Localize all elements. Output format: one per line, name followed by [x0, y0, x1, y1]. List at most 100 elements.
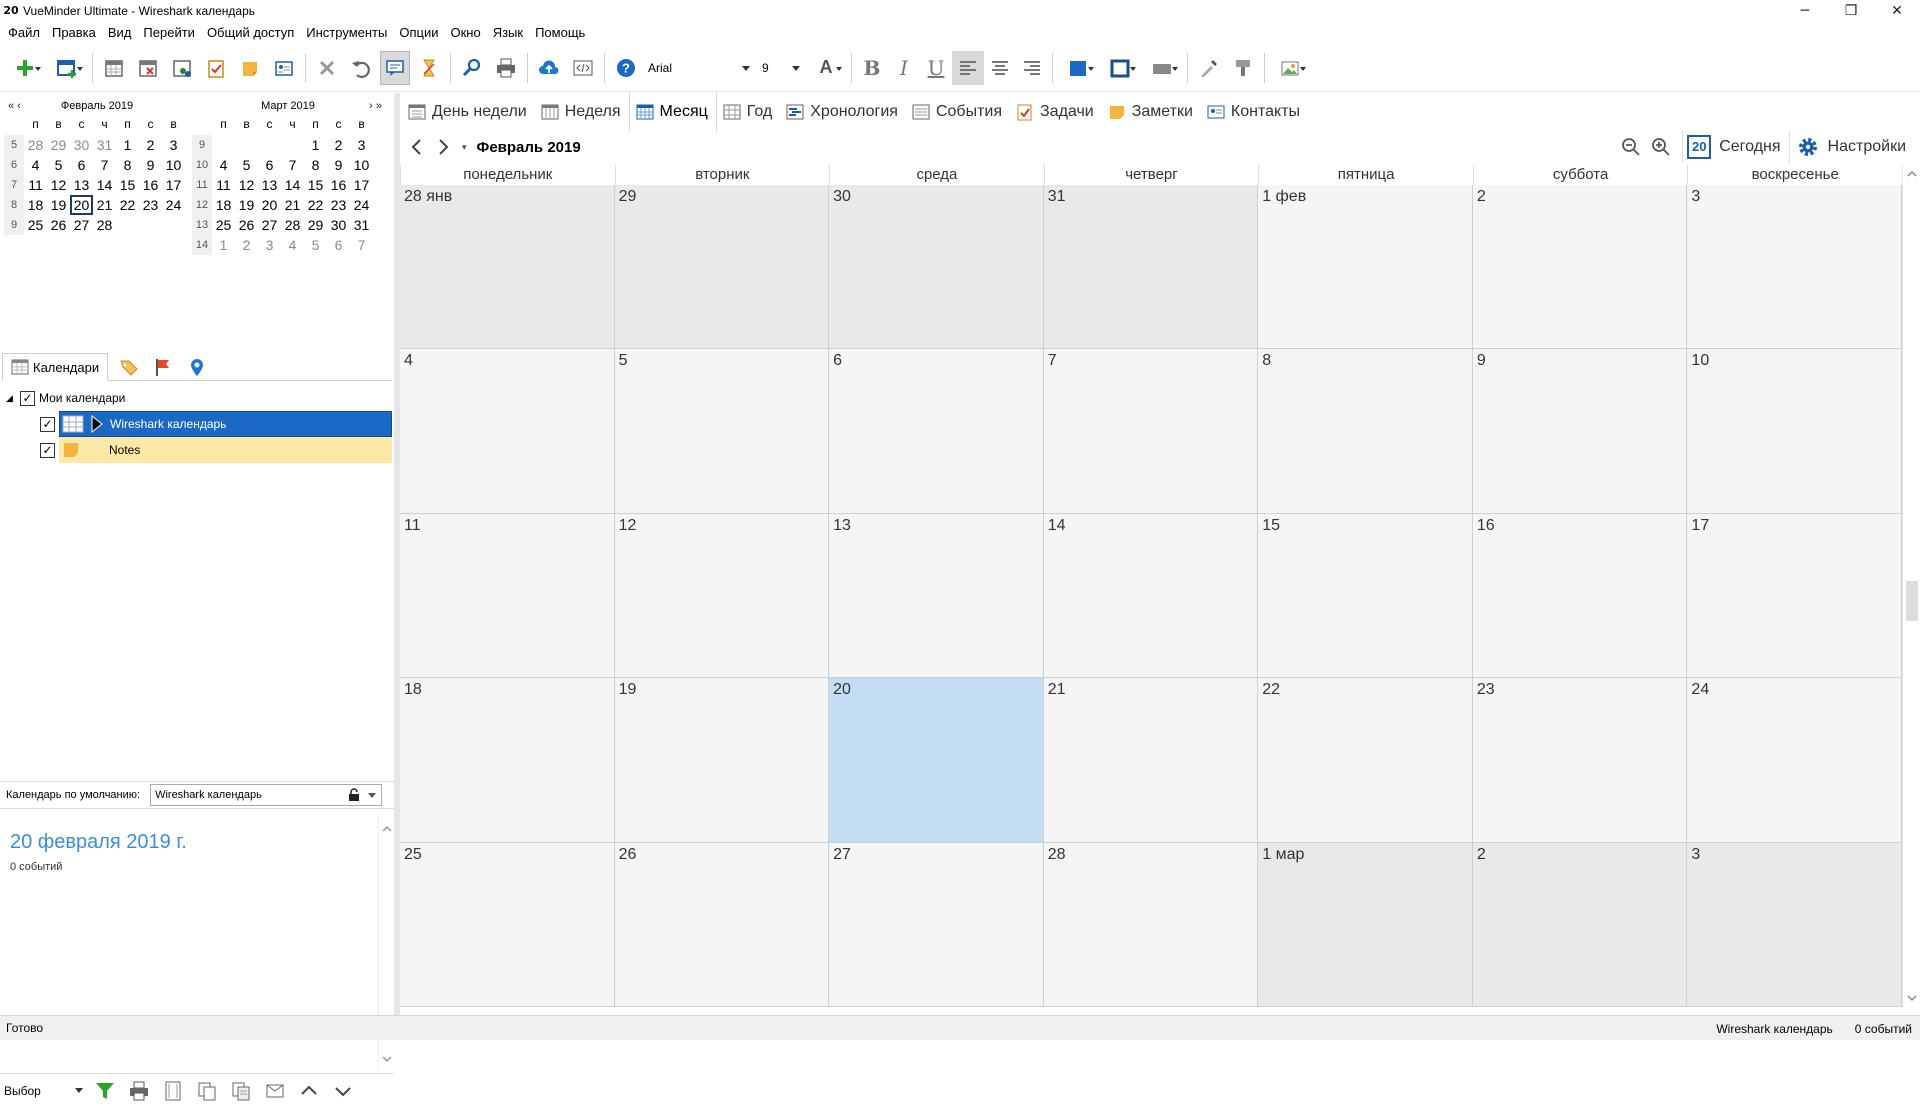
month-cell[interactable]: 1 мар [1258, 842, 1473, 1007]
mini-calendar-day[interactable]: 31 [350, 215, 373, 235]
month-cell[interactable]: 4 [400, 349, 615, 514]
new-event-button[interactable] [48, 51, 86, 85]
settings-button[interactable]: Настройки [1788, 131, 1920, 163]
mini-calendar-week-number[interactable]: 11 [192, 175, 212, 195]
tab-timeline[interactable]: Хронология [780, 93, 906, 131]
mini-calendar-day[interactable]: 28 [24, 135, 47, 155]
mini-calendar-day[interactable]: 18 [212, 195, 235, 215]
month-cell[interactable]: 9 [1472, 349, 1688, 514]
tab-flags[interactable] [150, 354, 176, 380]
search-button[interactable] [457, 51, 487, 85]
mini-calendar-day[interactable]: 26 [235, 215, 258, 235]
tab-day-week[interactable]: День недели [402, 93, 535, 131]
menu-help[interactable]: Помощь [529, 22, 591, 44]
help-button[interactable]: ? [611, 51, 641, 85]
mini-calendar-day[interactable]: 24 [162, 195, 185, 215]
zoom-out-button[interactable] [1616, 133, 1646, 161]
view-select[interactable]: Выбор [2, 1080, 86, 1102]
month-cell[interactable]: 8 [1258, 349, 1473, 514]
mini-calendar-day[interactable]: 30 [327, 215, 350, 235]
tab-locations[interactable] [184, 354, 210, 380]
copy-button[interactable] [192, 1077, 222, 1105]
insert-image-button[interactable] [1271, 51, 1309, 85]
minimize-button[interactable]: ─ [1782, 0, 1828, 22]
mini-calendar-week-number[interactable]: 5 [4, 135, 24, 155]
mini-calendar-day[interactable]: 5 [235, 155, 258, 175]
mini-calendar-day[interactable]: 3 [350, 135, 373, 155]
month-cell[interactable]: 2 [1472, 842, 1688, 1007]
month-cell[interactable]: 21 [1043, 678, 1259, 843]
format-painter-button[interactable] [1228, 51, 1258, 85]
mini-calendar-day[interactable]: 14 [281, 175, 304, 195]
today-button[interactable]: 20 Сегодня [1682, 131, 1788, 163]
mini-calendar-day[interactable]: 8 [116, 155, 139, 175]
mini-calendar-day[interactable]: 29 [47, 135, 70, 155]
scroll-up-icon[interactable] [1903, 167, 1920, 181]
font-color-button[interactable]: A [807, 51, 845, 85]
menu-sharing[interactable]: Общий доступ [201, 22, 300, 44]
month-cell[interactable]: 26 [614, 842, 830, 1007]
page-layout-button[interactable] [158, 1077, 188, 1105]
align-center-button[interactable] [984, 51, 1016, 85]
mini-calendar-day[interactable]: 23 [327, 195, 350, 215]
next-month-button[interactable] [430, 134, 456, 160]
mini-calendar-day[interactable]: 23 [139, 195, 162, 215]
agenda-print-button[interactable] [124, 1077, 154, 1105]
mini-calendar-day[interactable]: 6 [327, 235, 350, 255]
mini-calendar-day[interactable]: 16 [327, 175, 350, 195]
new-note-button[interactable] [235, 51, 265, 85]
zoom-in-button[interactable] [1646, 133, 1676, 161]
month-cell[interactable]: 6 [829, 349, 1044, 514]
mini-calendar-day[interactable]: 2 [139, 135, 162, 155]
maximize-button[interactable]: ❐ [1828, 0, 1874, 22]
mini-calendar-day[interactable]: 13 [70, 175, 93, 195]
month-cell[interactable]: 16 [1472, 513, 1688, 679]
mini-calendar-week-number[interactable]: 8 [4, 195, 24, 215]
month-cell[interactable]: 19 [614, 678, 830, 843]
mini-calendar-day[interactable]: 7 [350, 235, 373, 255]
scroll-down-icon[interactable] [379, 1051, 395, 1067]
month-cell[interactable]: 17 [1687, 513, 1902, 679]
month-cell[interactable]: 15 [1258, 513, 1473, 679]
delete-calendar-button[interactable] [133, 51, 163, 85]
calendar-properties-button[interactable] [99, 51, 129, 85]
mini-calendar-next-button[interactable]: › » [369, 97, 382, 115]
tab-categories[interactable] [116, 354, 142, 380]
mini-calendar-day[interactable]: 15 [304, 175, 327, 195]
mini-calendar-day[interactable]: 25 [212, 215, 235, 235]
delete-button[interactable] [312, 51, 342, 85]
month-cell[interactable]: 12 [614, 513, 830, 679]
mini-calendar-day[interactable]: 6 [258, 155, 281, 175]
month-cell[interactable]: 14 [1043, 513, 1259, 679]
month-cell[interactable]: 24 [1687, 678, 1902, 843]
mini-calendar-day[interactable]: 16 [139, 175, 162, 195]
mini-calendar-day[interactable]: 11 [24, 175, 47, 195]
mini-calendar-week-number[interactable]: 9 [192, 135, 212, 155]
tab-tasks[interactable]: Задачи [1010, 93, 1102, 131]
toggle-reminders-button[interactable] [380, 50, 410, 85]
mini-calendar-day[interactable]: 31 [93, 135, 116, 155]
mini-calendar-week-number[interactable]: 12 [192, 195, 212, 215]
mini-calendar-week-number[interactable]: 6 [4, 155, 24, 175]
menu-go[interactable]: Перейти [137, 22, 201, 44]
align-right-button[interactable] [1016, 51, 1048, 85]
month-scrollbar[interactable] [1902, 165, 1920, 1007]
mini-calendar-day[interactable]: 3 [258, 235, 281, 255]
publish-button[interactable] [534, 51, 564, 85]
share-calendar-button[interactable] [167, 51, 197, 85]
mini-calendar-week-number[interactable]: 9 [4, 215, 24, 235]
line-style-button[interactable] [1143, 51, 1181, 85]
month-cell-today[interactable]: 20 [829, 678, 1044, 843]
mini-calendar-day[interactable]: 10 [350, 155, 373, 175]
filter-button[interactable] [90, 1077, 120, 1105]
month-cell[interactable]: 5 [614, 349, 830, 514]
align-left-button[interactable] [952, 50, 984, 85]
mini-calendar-day[interactable]: 5 [47, 155, 70, 175]
mini-calendar-day[interactable]: 9 [139, 155, 162, 175]
mini-calendar-day[interactable]: 2 [235, 235, 258, 255]
mini-calendar-day[interactable]: 1 [304, 135, 327, 155]
mini-calendar-day[interactable]: 1 [116, 135, 139, 155]
email-button[interactable] [260, 1077, 290, 1105]
menu-file[interactable]: Файл [2, 22, 46, 44]
new-contact-button[interactable] [269, 51, 299, 85]
